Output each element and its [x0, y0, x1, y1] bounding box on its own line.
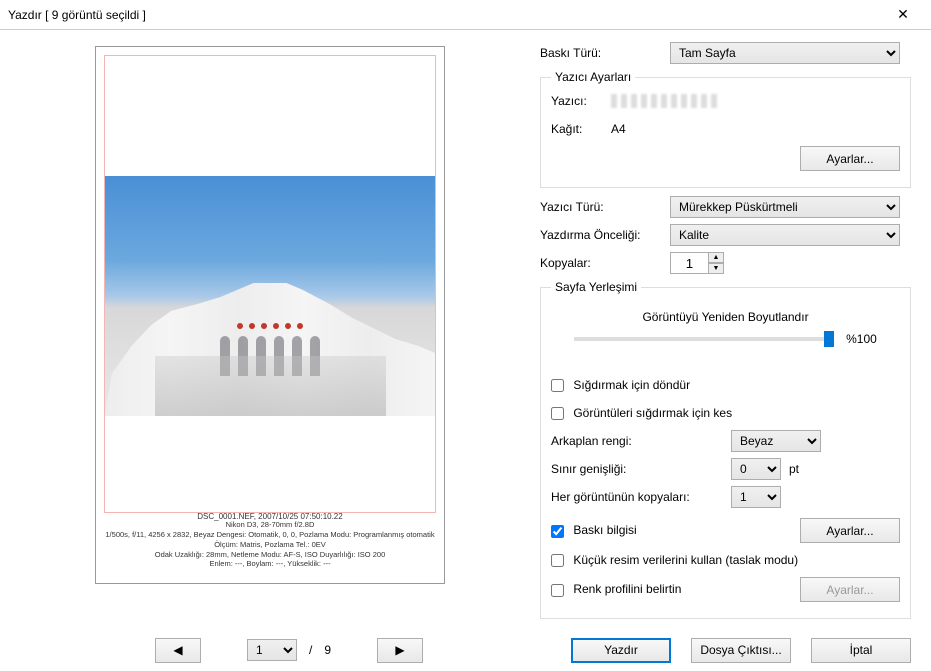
meta-line: Odak Uzaklığı: 28mm, Netleme Modu: AF-S,…	[104, 550, 436, 560]
file-output-button[interactable]: Dosya Çıktısı...	[691, 638, 791, 663]
bg-color-select[interactable]: Beyaz	[731, 430, 821, 452]
rotate-to-fit-checkbox[interactable]	[551, 379, 564, 392]
color-profile-checkbox[interactable]	[551, 584, 564, 597]
copies-per-label: Her görüntünün kopyaları:	[551, 490, 731, 504]
copies-up-button[interactable]: ▲	[708, 252, 724, 263]
color-profile-settings-button: Ayarlar...	[800, 577, 900, 602]
triangle-right-icon: ▶	[395, 643, 404, 657]
printer-settings-legend: Yazıcı Ayarları	[551, 70, 635, 84]
cancel-button[interactable]: İptal	[811, 638, 911, 663]
close-button[interactable]: ✕	[883, 1, 923, 29]
window-title: Yazdır [ 9 görüntü seçildi ]	[8, 8, 883, 22]
printer-type-label: Yazıcı Türü:	[540, 200, 670, 214]
page-preview: DSC_0001.NEF, 2007/10/25 07:50:10.22 Nik…	[95, 46, 445, 584]
resize-value: %100	[846, 332, 877, 346]
bg-color-label: Arkaplan rengi:	[551, 434, 731, 448]
pager: ◀ 1 / 9 ▶	[155, 638, 423, 663]
copies-input[interactable]	[670, 252, 708, 274]
border-width-select[interactable]: 0	[731, 458, 781, 480]
color-profile-label[interactable]: Renk profilini belirtin	[551, 582, 800, 596]
meta-line: Enlem: ---, Boylam: ---, Yükseklik: ---	[104, 559, 436, 569]
copies-per-select[interactable]: 1	[731, 486, 781, 508]
print-button[interactable]: Yazdır	[571, 638, 671, 663]
titlebar: Yazdır [ 9 görüntü seçildi ] ✕	[0, 0, 931, 30]
page-layout-group: Sayfa Yerleşimi Görüntüyü Yeniden Boyutl…	[540, 280, 911, 619]
print-info-settings-button[interactable]: Ayarlar...	[800, 518, 900, 543]
printer-name-redacted	[611, 94, 721, 108]
paper-label: Kağıt:	[551, 122, 611, 136]
printer-type-select[interactable]: Mürekkep Püskürtmeli	[670, 196, 900, 218]
prev-page-button[interactable]: ◀	[155, 638, 201, 663]
image-border	[104, 55, 436, 513]
page-total: 9	[324, 643, 331, 657]
meta-line: 1/500s, f/11, 4256 x 2832, Beyaz Dengesi…	[104, 530, 436, 540]
use-thumbs-checkbox[interactable]	[551, 554, 564, 567]
resize-slider-thumb[interactable]	[824, 331, 834, 347]
preview-column: DSC_0001.NEF, 2007/10/25 07:50:10.22 Nik…	[20, 38, 520, 630]
print-info-label[interactable]: Baskı bilgisi	[551, 523, 800, 537]
priority-label: Yazdırma Önceliği:	[540, 228, 670, 242]
printer-label: Yazıcı:	[551, 94, 611, 108]
copies-down-button[interactable]: ▼	[708, 263, 724, 274]
printer-settings-button[interactable]: Ayarlar...	[800, 146, 900, 171]
preview-photo	[105, 176, 435, 416]
triangle-left-icon: ◀	[173, 643, 182, 657]
preview-area: DSC_0001.NEF, 2007/10/25 07:50:10.22 Nik…	[20, 38, 520, 630]
crop-to-fit-label[interactable]: Görüntüleri sığdırmak için kes	[551, 406, 732, 420]
meta-line: Nikon D3, 28-70mm f/2.8D	[104, 520, 436, 530]
border-width-label: Sınır genişliği:	[551, 462, 731, 476]
main-content: DSC_0001.NEF, 2007/10/25 07:50:10.22 Nik…	[0, 30, 931, 630]
meta-line: Ölçüm: Matris, Pozlama Tel.: 0EV	[104, 540, 436, 550]
rotate-to-fit-label[interactable]: Sığdırmak için döndür	[551, 378, 690, 392]
border-unit: pt	[789, 462, 799, 476]
page-layout-legend: Sayfa Yerleşimi	[551, 280, 641, 294]
crop-to-fit-checkbox[interactable]	[551, 407, 564, 420]
priority-select[interactable]: Kalite	[670, 224, 900, 246]
footer: ◀ 1 / 9 ▶ Yazdır Dosya Çıktısı... İptal	[0, 630, 931, 670]
paper-value: A4	[611, 122, 626, 136]
copies-label: Kopyalar:	[540, 256, 670, 270]
pager-separator: /	[309, 643, 312, 657]
print-type-label: Baskı Türü:	[540, 46, 670, 60]
copies-spinner[interactable]: ▲ ▼	[670, 252, 724, 274]
resize-label: Görüntüyü Yeniden Boyutlandır	[551, 310, 900, 324]
preview-metadata: Nikon D3, 28-70mm f/2.8D 1/500s, f/11, 4…	[104, 520, 436, 569]
printer-settings-group: Yazıcı Ayarları Yazıcı: Kağıt: A4 Ayarla…	[540, 70, 911, 188]
print-type-select[interactable]: Tam Sayfa	[670, 42, 900, 64]
resize-slider[interactable]	[574, 337, 834, 341]
use-thumbs-label[interactable]: Küçük resim verilerini kullan (taslak mo…	[551, 553, 798, 567]
next-page-button[interactable]: ▶	[377, 638, 423, 663]
settings-column: Baskı Türü: Tam Sayfa Yazıcı Ayarları Ya…	[540, 38, 911, 630]
print-info-checkbox[interactable]	[551, 525, 564, 538]
page-select[interactable]: 1	[247, 639, 297, 661]
